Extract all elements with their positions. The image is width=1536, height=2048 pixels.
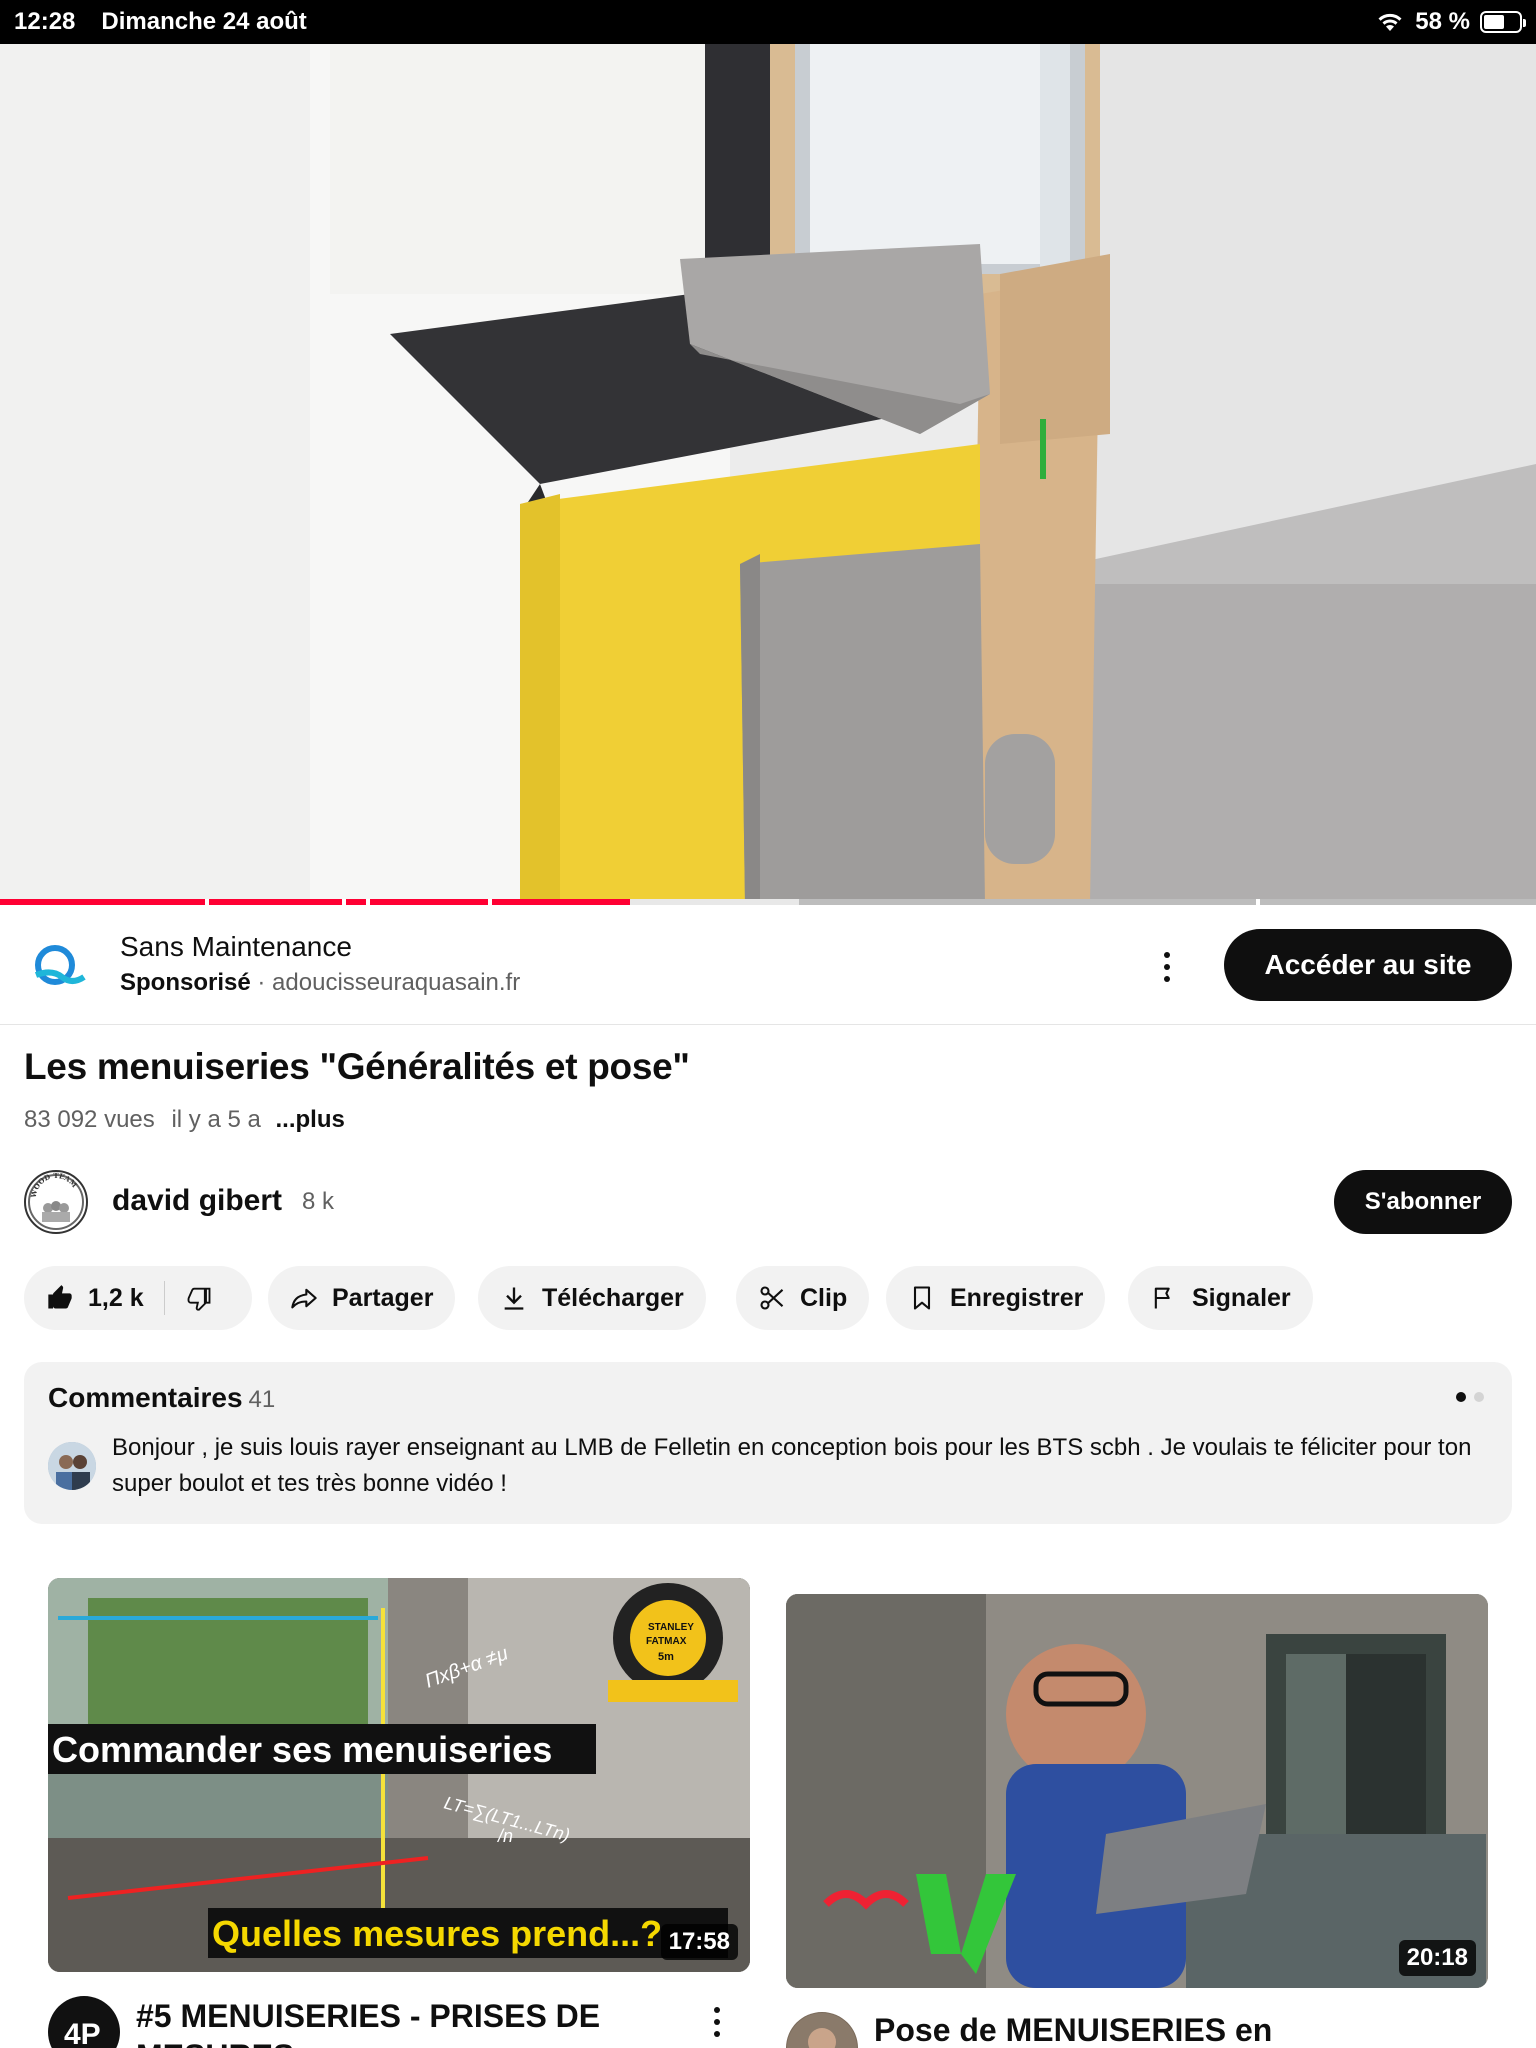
tape-length: 5m [658,1651,674,1663]
thumbnail-image [786,1594,1488,1988]
download-button[interactable]: Télécharger [478,1266,706,1330]
save-button[interactable]: Enregistrer [886,1266,1106,1330]
comments-panel[interactable]: Commentaires 41 Bonjour , je suis louis r… [24,1362,1512,1524]
status-bar: 12:28 Dimanche 24 août 58 % [0,0,1536,44]
sponsored-label: Sponsorisé [120,969,251,996]
video-player[interactable] [0,44,1536,904]
recommendation-title[interactable]: Pose de MENUISERIES en [874,2010,1434,2048]
battery-icon [1480,11,1526,33]
rec-channel-logo-text: 4P [64,2018,101,2048]
clip-label: Clip [800,1283,848,1312]
thumb-caption-top: Commander ses menuiseries [52,1729,552,1770]
report-button[interactable]: Signaler [1128,1266,1313,1330]
report-label: Signaler [1192,1283,1291,1312]
comments-header: Commentaires 41 [48,1382,275,1414]
channel-avatar[interactable]: WOOD TEAM [24,1170,88,1234]
channel-logo-icon: WOOD TEAM [28,1172,84,1230]
share-label: Partager [332,1283,434,1312]
like-dislike-group[interactable]: 1,2 k [24,1266,252,1330]
thumbnail-image: STANLEY FATMAX 5m Πxβ+α ≠μ Commander ses… [48,1578,750,1972]
save-label: Enregistrer [950,1283,1084,1312]
channel-photo [787,2013,857,2048]
upload-age: il y a 5 a [171,1106,261,1133]
video-frame [0,44,1536,904]
comments-count: 41 [248,1386,276,1413]
scissors-icon [760,1286,784,1310]
thumbs-up-icon[interactable] [46,1284,74,1312]
wifi-icon [1378,13,1402,31]
status-right: 58 % [1375,8,1526,36]
recommendation-thumbnail[interactable]: 20:18 [786,1594,1488,1988]
recommendation-thumbnail[interactable]: STANLEY FATMAX 5m Πxβ+α ≠μ Commander ses… [48,1578,750,1972]
view-count: 83 092 vues [24,1106,155,1133]
ad-more-options-icon[interactable] [1152,945,1182,989]
ad-separator: · [257,969,266,996]
recommendation-title[interactable]: #5 MENUISERIES - PRISES DE MESURES [136,1996,696,2048]
subscribe-button[interactable]: S'abonner [1334,1170,1512,1234]
battery-percent: 58 % [1415,8,1470,35]
flag-icon [1154,1287,1170,1309]
like-count: 1,2 k [88,1283,144,1312]
recommendation-channel-avatar[interactable] [786,2012,858,2048]
clip-button[interactable]: Clip [736,1266,870,1330]
advertiser-logo-icon [34,945,86,985]
battery-fill [1484,15,1504,29]
ad-domain: adoucisseuraquasain.fr [272,969,521,996]
share-icon [291,1288,317,1309]
recommendation-channel-avatar[interactable]: 4P [48,1996,120,2048]
commenter-photo [48,1442,96,1490]
sponsored-ad[interactable]: Sans Maintenance Sponsorisé · adoucisseu… [0,905,1536,1025]
video-duration: 17:58 [660,1924,738,1960]
ad-subline: Sponsorisé · adoucisseuraquasain.fr [120,969,520,997]
description-more-link[interactable]: ...plus [276,1106,345,1133]
download-icon [504,1287,524,1310]
tape-model: FATMAX [646,1636,687,1647]
share-button[interactable]: Partager [268,1266,456,1330]
thumb-formula-3: /n [496,1826,513,1846]
video-meta[interactable]: 83 092 vues il y a 5 a ...plus [24,1106,345,1134]
recommendation-more-icon[interactable] [702,2000,732,2044]
comments-pager [1456,1392,1484,1402]
tape-brand: STANLEY [648,1622,694,1633]
comments-title: Commentaires [48,1382,243,1413]
thumbs-down-icon[interactable] [185,1284,213,1312]
ad-title: Sans Maintenance [120,931,352,962]
like-divider [163,1281,165,1315]
visit-site-button[interactable]: Accéder au site [1224,929,1512,1001]
thumb-caption-bottom: Quelles mesures prend...? [212,1913,662,1954]
status-date: Dimanche 24 août [101,8,307,35]
subscriber-count: 8 k [302,1188,335,1215]
bookmark-icon [913,1286,931,1310]
commenter-avatar[interactable] [48,1442,96,1490]
channel-logo-icon: 4P [49,1997,119,2048]
video-title[interactable]: Les menuiseries "Généralités et pose" [24,1046,690,1088]
channel-name[interactable]: david gibert [112,1184,282,1218]
video-duration: 20:18 [1398,1940,1476,1976]
status-time: 12:28 [14,8,76,35]
download-label: Télécharger [542,1283,684,1312]
top-comment-text: Bonjour , je suis louis rayer enseignant… [112,1434,1472,1497]
